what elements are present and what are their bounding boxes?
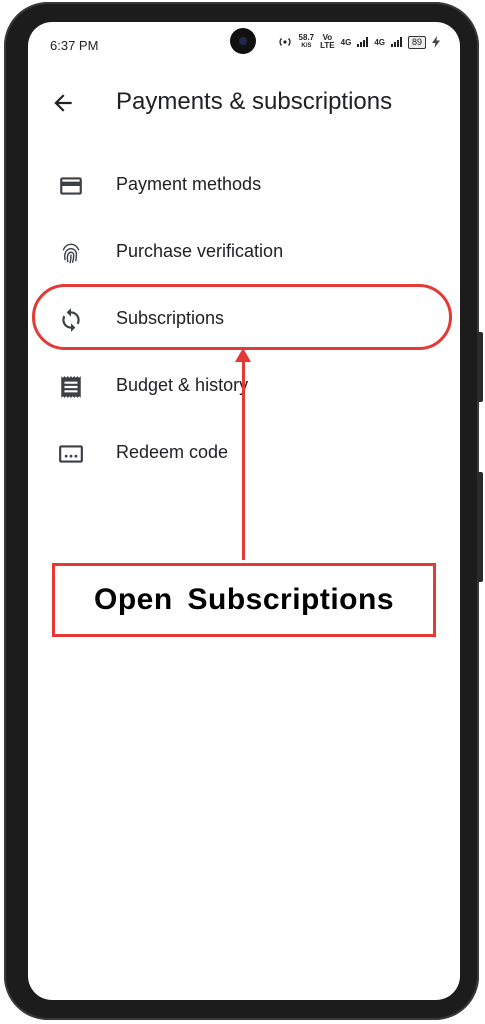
charging-bolt-icon [432, 36, 440, 48]
menu-item-purchase-verification[interactable]: Purchase verification [28, 219, 460, 286]
menu-item-payment-methods[interactable]: Payment methods [28, 152, 460, 219]
signal-bars-2-icon [390, 37, 402, 47]
screen: 6:37 PM 58.7 K/S Vo LTE 4G 4G 89 Payment… [28, 22, 460, 1000]
credit-card-icon [60, 177, 82, 195]
speed-unit: K/S [301, 43, 312, 49]
hotspot-icon [279, 38, 291, 46]
battery-level: 89 [407, 35, 426, 49]
redeem-code-icon [59, 445, 83, 463]
volte-bottom: LTE [320, 41, 335, 50]
phone-frame: 6:37 PM 58.7 K/S Vo LTE 4G 4G 89 Payment… [4, 2, 483, 1020]
network-speed: 58.7 K/S [299, 34, 315, 50]
status-time: 6:37 PM [50, 38, 99, 53]
volte-indicator: Vo LTE [320, 34, 335, 50]
subscriptions-highlight-oval [32, 284, 452, 350]
speed-value: 58.7 [298, 33, 315, 42]
annotation-text: Open Subscriptions [93, 583, 395, 616]
network-type-2: 4G [374, 37, 385, 47]
page-title: Payments & subscriptions [116, 88, 393, 115]
menu-item-label: Purchase verification [116, 241, 284, 261]
annotation-arrow-line [242, 360, 245, 560]
status-bar: 6:37 PM 58.7 K/S Vo LTE 4G 4G 89 [28, 22, 460, 66]
menu-item-label: Budget & history [116, 375, 249, 395]
back-arrow-icon[interactable] [50, 90, 76, 116]
status-icons: 58.7 K/S Vo LTE 4G 4G 89 [277, 34, 440, 50]
receipt-icon [61, 376, 81, 398]
annotation-callout: Open Subscriptions [52, 563, 436, 637]
power-button [477, 332, 483, 402]
network-type-1: 4G [340, 37, 352, 47]
menu-item-label: Payment methods [116, 174, 262, 194]
volume-button [477, 472, 483, 582]
menu-item-label: Redeem code [116, 442, 229, 462]
fingerprint-icon [62, 243, 80, 264]
app-header: Payments & subscriptions [28, 84, 460, 124]
signal-bars-1-icon [357, 37, 369, 47]
